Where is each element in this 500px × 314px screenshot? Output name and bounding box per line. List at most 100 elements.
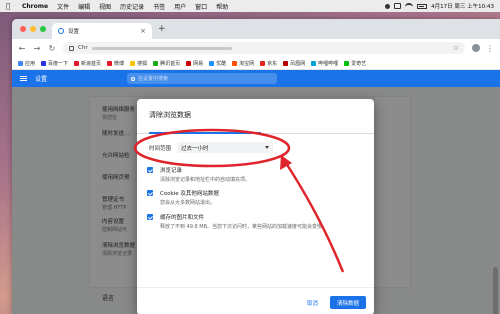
bookmark-label: 京东 [267,60,278,67]
menu-help[interactable]: 帮助 [216,2,228,11]
bookmark-favicon-icon [209,60,215,66]
bookmark-item[interactable]: 腾讯首页 [153,60,180,67]
bookmark-item[interactable]: 淘宝网 [232,60,254,67]
zoom-window-button[interactable] [40,26,46,32]
bookmark-label: 新浪首页 [81,60,102,67]
search-placeholder: 在设置中搜索 [138,76,169,82]
address-text: Chr [78,45,88,51]
minimize-window-button[interactable] [30,26,36,32]
menu-edit[interactable]: 编辑 [78,2,90,11]
bookmark-favicon-icon [260,60,266,66]
chevron-down-icon [265,146,270,149]
bookmark-favicon-icon [18,60,23,66]
option-title: 缓存的图片和文件 [160,215,205,221]
profile-avatar[interactable] [472,44,480,52]
checkbox-checked-icon[interactable] [147,214,153,220]
tab-close-icon[interactable]: × [140,27,146,35]
main-menu-icon[interactable] [20,76,27,81]
settings-header: 设置 在设置中搜索 [12,70,500,87]
option-text: 浏览记录 清除浏览记录和地址栏中的自动填充项。 [160,166,250,183]
bookmark-label: 网易 [193,60,204,67]
option-desc: 释放了不到 49.8 MB。当您下次访问时，某些网站的加载速度可能会变慢。 [160,224,328,230]
checkbox-checked-icon[interactable] [147,190,153,196]
bookmark-label: 淘宝网 [239,60,255,67]
menu-people[interactable]: 用户 [174,2,186,11]
bookmark-item[interactable]: 微博 [107,60,124,67]
bookmark-item[interactable]: 爱奇艺 [344,60,366,67]
browser-toolbar: ← → ↻ Chr ☆ ⋮ [12,39,500,57]
bookmark-favicon-icon [232,60,238,66]
bookmark-favicon-icon [130,60,136,66]
tab-strip: 设置 × + [12,19,500,39]
bookmark-item[interactable]: 应用 [18,60,35,67]
search-icon [131,76,136,81]
time-range-label: 时间范围 [149,145,172,152]
bookmark-favicon-icon [283,60,289,66]
option-title: Cookie 及其他网站数据 [160,191,219,197]
wifi-icon[interactable] [405,3,414,9]
dialog-tabs [137,126,374,134]
time-range-select[interactable]: 过去一小时 [177,142,274,153]
bookmark-item[interactable]: 网易 [186,60,203,67]
active-tab-indicator[interactable] [149,132,261,134]
cancel-button[interactable]: 取消 [299,296,326,309]
toolbar-right: ⋮ [472,44,494,53]
option-title: 浏览记录 [160,168,183,174]
apple-icon[interactable]:  [6,2,14,10]
option-browsing-history[interactable]: 浏览记录 清除浏览记录和地址栏中的自动填充项。 [147,166,362,183]
reload-icon[interactable]: ↻ [48,44,56,53]
bookmark-star-icon[interactable]: ☆ [453,44,459,52]
dialog-footer: 取消 清除数据 [137,287,374,314]
menu-history[interactable]: 历史记录 [120,2,144,11]
bookmark-favicon-icon [153,60,159,66]
more-menu-icon[interactable]: ⋮ [486,44,494,53]
bookmark-item[interactable]: 优酷 [209,60,226,67]
bookmark-item[interactable]: 京东 [260,60,277,67]
back-arrow-icon[interactable]: ← [18,44,26,53]
option-text: Cookie 及其他网站数据 您会从大多数网站退出。 [160,189,219,206]
bookmark-item[interactable]: 搜狐 [130,60,147,67]
status-dot-icon[interactable] [385,3,391,9]
bookmark-label: 凤凰网 [290,60,306,67]
bookmark-label: 哔哩哔哩 [318,60,339,67]
bookmark-item[interactable]: 新浪首页 [74,60,101,67]
macos-menubar:  Chrome 文件 编辑 视图 历史记录 书签 用户 窗口 帮助 4月17日… [0,0,500,12]
bookmark-item[interactable]: 哔哩哔哩 [311,60,338,67]
menu-file[interactable]: 文件 [57,2,69,11]
tab-settings[interactable]: 设置 × [52,23,152,39]
bookmark-favicon-icon [311,60,317,66]
bookmark-item[interactable]: 百度一下 [41,60,68,67]
bookmarks-bar: 应用 百度一下 新浪首页 微博 搜狐 腾讯首页 网易 优酷 淘宝网 京东 凤凰网 哔哩哔哩 爱奇艺 [12,57,500,70]
menu-window[interactable]: 窗口 [195,2,207,11]
menu-bookmarks[interactable]: 书签 [153,2,165,11]
menubar-app-name[interactable]: Chrome [22,3,48,10]
bookmark-favicon-icon [344,60,350,66]
option-cached-files[interactable]: 缓存的图片和文件 释放了不到 49.8 MB。当您下次访问时，某些网站的加载速度… [147,213,362,230]
clear-data-button[interactable]: 清除数据 [329,296,366,309]
menubar-clock[interactable]: 4月17日 周三 上午10:43 [431,2,494,10]
bookmark-label: 微博 [114,60,125,67]
menubar-status-area: 4月17日 周三 上午10:43 [385,2,494,10]
settings-title: 设置 [35,76,48,83]
bookmark-label: 应用 [25,60,36,67]
bookmark-item[interactable]: 凤凰网 [283,60,305,67]
time-range-row: 时间范围 过去一小时 [149,142,274,153]
menu-view[interactable]: 视图 [99,2,111,11]
bookmark-label: 腾讯首页 [160,60,181,67]
dialog-title: 清除浏览数据 [149,111,191,119]
battery-icon[interactable] [417,3,428,9]
close-window-button[interactable] [20,26,26,32]
site-info-icon[interactable] [69,45,74,51]
screen-icon[interactable] [394,3,402,9]
address-bar[interactable]: Chr ☆ [63,42,465,54]
address-redacted [91,46,232,50]
time-range-value: 过去一小时 [181,145,209,152]
forward-arrow-icon[interactable]: → [33,44,41,53]
settings-search-input[interactable]: 在设置中搜索 [127,73,278,84]
bookmark-favicon-icon [74,60,80,66]
bookmark-favicon-icon [186,60,192,66]
checkbox-checked-icon[interactable] [147,167,153,173]
bookmark-favicon-icon [107,60,113,66]
option-cookies[interactable]: Cookie 及其他网站数据 您会从大多数网站退出。 [147,189,362,206]
new-tab-button[interactable]: + [158,24,166,34]
